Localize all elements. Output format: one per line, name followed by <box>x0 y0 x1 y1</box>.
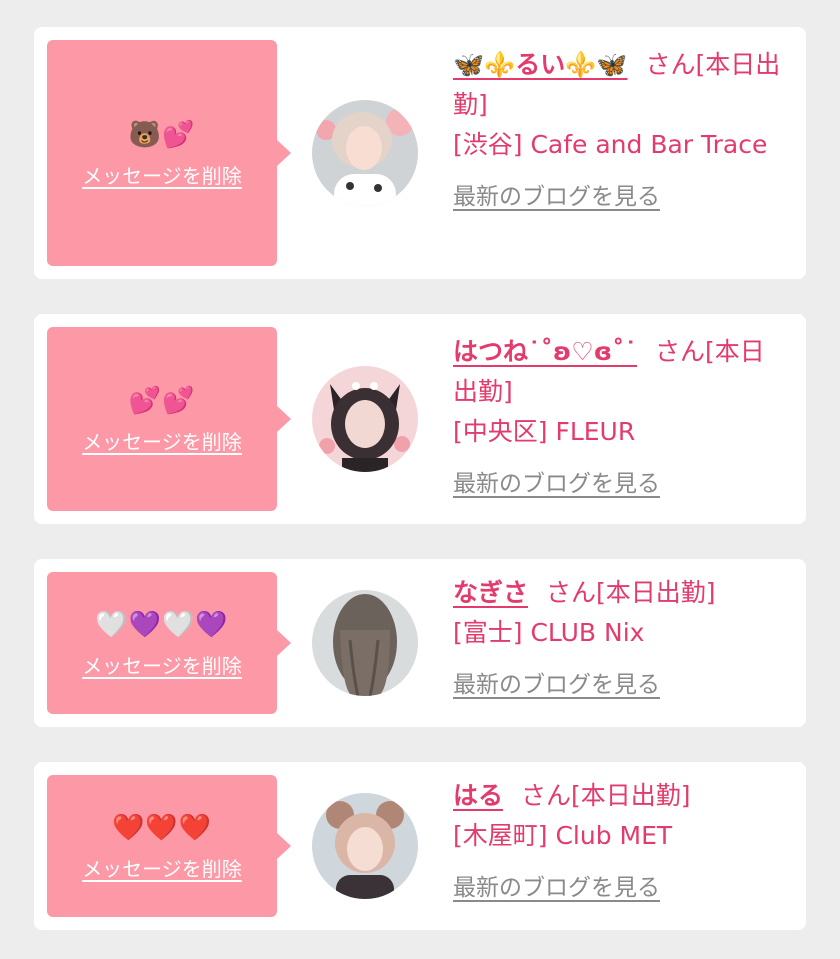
latest-blog-link[interactable]: 最新のブログを見る <box>453 665 660 705</box>
cast-info: なぎさ さん[本日出勤] [富士] CLUB Nix 最新のブログを見る <box>453 573 785 705</box>
latest-blog-link[interactable]: 最新のブログを見る <box>453 177 660 217</box>
avatar[interactable] <box>312 366 418 472</box>
delete-message-link[interactable]: メッセージを削除 <box>82 853 242 882</box>
avatar[interactable] <box>312 100 418 206</box>
message-bubble: 💕💕 メッセージを削除 <box>47 327 291 511</box>
avatar-photo-icon <box>312 590 418 696</box>
cast-name-link[interactable]: はる <box>453 781 503 810</box>
latest-blog-link[interactable]: 最新のブログを見る <box>453 464 660 504</box>
delete-message-link[interactable]: メッセージを削除 <box>82 650 242 679</box>
cast-san: さん <box>521 781 572 810</box>
message-card: 💕💕 メッセージを削除 はつね˙˚ʚ♡ɞ˚˙ さん[本日出勤] [中央区] FLE… <box>34 314 806 524</box>
avatar-photo-icon <box>312 793 418 899</box>
message-text: 🐻💕 <box>128 119 196 150</box>
message-card: 🤍💜🤍💜 メッセージを削除 なぎさ さん[本日出勤] [富士] CLUB Nix … <box>34 559 806 727</box>
message-card: 🐻💕 メッセージを削除 🦋⚜️るい⚜️🦋 さん[本日出勤] [渋谷] Cafe a… <box>34 27 806 279</box>
cast-name-link[interactable]: なぎさ <box>453 578 528 607</box>
cast-status: [本日出勤] <box>596 578 716 607</box>
delete-message-link[interactable]: メッセージを削除 <box>82 160 242 189</box>
cast-name-link[interactable]: 🦋⚜️るい⚜️🦋 <box>453 50 628 79</box>
cast-shop: [富士] CLUB Nix <box>453 618 645 647</box>
message-bubble: ❤️❤️❤️ メッセージを削除 <box>47 775 291 917</box>
cast-name-link[interactable]: はつね˙˚ʚ♡ɞ˚˙ <box>453 337 637 366</box>
message-list: 🐻💕 メッセージを削除 🦋⚜️るい⚜️🦋 さん[本日出勤] [渋谷] Cafe a… <box>0 0 840 959</box>
avatar[interactable] <box>312 793 418 899</box>
avatar[interactable] <box>312 590 418 696</box>
message-bubble: 🤍💜🤍💜 メッセージを削除 <box>47 572 291 714</box>
message-card: ❤️❤️❤️ メッセージを削除 はる さん[本日出勤] [木屋町] Club ME… <box>34 762 806 930</box>
cast-info: はつね˙˚ʚ♡ɞ˚˙ さん[本日出勤] [中央区] FLEUR 最新のブログを見る <box>453 332 785 504</box>
avatar-photo-icon <box>312 100 418 206</box>
cast-shop: [木屋町] Club MET <box>453 821 673 850</box>
cast-san: さん <box>546 578 597 607</box>
message-text: ❤️❤️❤️ <box>111 812 213 843</box>
message-text: 🤍💜🤍💜 <box>95 609 229 640</box>
cast-shop: [渋谷] Cafe and Bar Trace <box>453 130 768 159</box>
latest-blog-link[interactable]: 最新のブログを見る <box>453 868 660 908</box>
delete-message-link[interactable]: メッセージを削除 <box>82 426 242 455</box>
message-text: 💕💕 <box>128 385 196 416</box>
cast-shop: [中央区] FLEUR <box>453 417 636 446</box>
cast-info: はる さん[本日出勤] [木屋町] Club MET 最新のブログを見る <box>453 776 785 908</box>
cast-san: さん <box>645 50 696 79</box>
cast-info: 🦋⚜️るい⚜️🦋 さん[本日出勤] [渋谷] Cafe and Bar Trace… <box>453 45 785 217</box>
message-bubble: 🐻💕 メッセージを削除 <box>47 40 291 266</box>
cast-san: さん <box>655 337 706 366</box>
cast-status: [本日出勤] <box>571 781 691 810</box>
avatar-photo-icon <box>312 366 418 472</box>
